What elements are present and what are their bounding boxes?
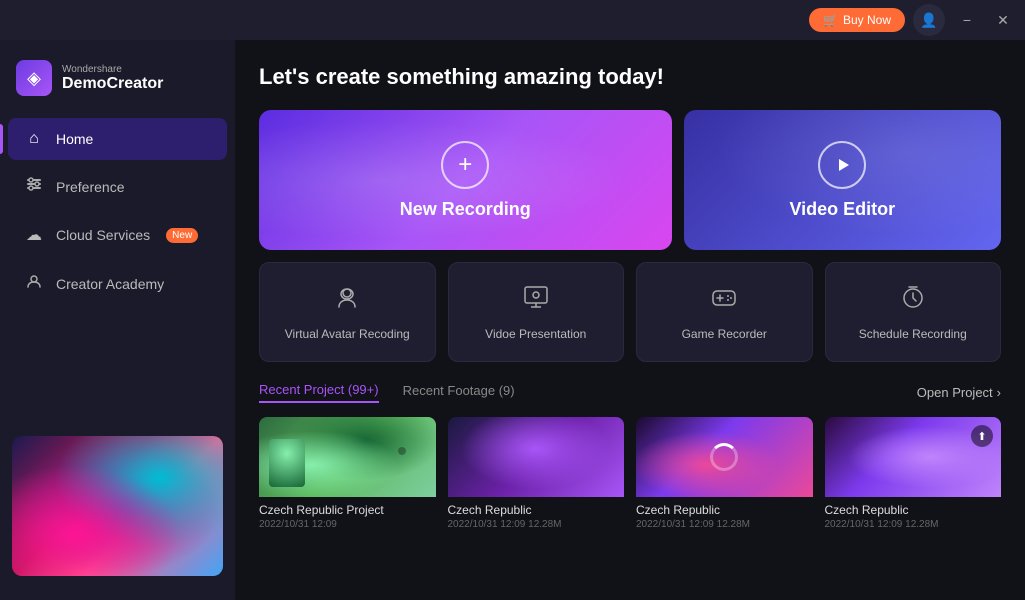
video-presentation-label: Vidoe Presentation <box>485 327 586 341</box>
loading-ring <box>710 443 738 471</box>
schedule-recording-card[interactable]: Schedule Recording <box>825 262 1002 362</box>
video-presentation-icon <box>522 283 550 317</box>
buy-now-label: Buy Now <box>843 13 891 27</box>
video-editor-icon <box>818 141 866 189</box>
home-icon: ⌂ <box>24 130 44 148</box>
project-info-2: Czech Republic 2022/10/31 12:09 12.28M <box>448 497 625 536</box>
minimize-button[interactable]: − <box>953 6 981 34</box>
sidebar-thumb-image <box>12 436 223 576</box>
logo-text: Wondershare DemoCreator <box>62 64 163 93</box>
project-name-1: Czech Republic Project <box>259 503 436 517</box>
sidebar-label-cloud: Cloud Services <box>56 227 150 243</box>
content-area: Let's create something amazing today! + … <box>235 40 1025 600</box>
video-editor-label: Video Editor <box>789 199 895 220</box>
upload-icon: ⬆ <box>971 425 993 447</box>
game-recorder-card[interactable]: Game Recorder <box>636 262 813 362</box>
project-info-1: Czech Republic Project 2022/10/31 12:09 <box>259 497 436 536</box>
new-badge: New <box>166 228 198 243</box>
cart-icon: 🛒 <box>823 13 838 27</box>
project-name-3: Czech Republic <box>636 503 813 517</box>
sidebar-label-home: Home <box>56 131 93 147</box>
tab-recent-footage[interactable]: Recent Footage (9) <box>403 383 515 402</box>
chevron-right-icon: › <box>997 385 1001 400</box>
new-recording-icon: + <box>441 141 489 189</box>
project-name-2: Czech Republic <box>448 503 625 517</box>
project-thumb-1 <box>259 417 436 497</box>
sidebar-thumbnail <box>0 424 235 588</box>
bottom-cards: Virtual Avatar Recoding Vidoe Presentati… <box>259 262 1001 362</box>
sidebar-label-academy: Creator Academy <box>56 276 164 292</box>
virtual-avatar-icon <box>333 283 361 317</box>
logo-brand: Wondershare <box>62 64 163 75</box>
sidebar-label-preference: Preference <box>56 179 124 195</box>
project-info-4: Czech Republic 2022/10/31 12:09 12.28M <box>825 497 1002 536</box>
sidebar-item-cloud[interactable]: ☁ Cloud Services New <box>8 213 227 257</box>
sidebar-item-home[interactable]: ⌂ Home <box>8 118 227 160</box>
virtual-avatar-label: Virtual Avatar Recoding <box>285 327 410 341</box>
title-bar: 🛒 Buy Now 👤 − ✕ <box>0 0 1025 40</box>
tab-recent-project[interactable]: Recent Project (99+) <box>259 382 379 403</box>
project-card-1[interactable]: Czech Republic Project 2022/10/31 12:09 <box>259 417 436 536</box>
logo-area: ◈ Wondershare DemoCreator <box>0 52 235 116</box>
cloud-icon: ☁ <box>24 225 44 245</box>
project-meta-3: 2022/10/31 12:09 12.28M <box>636 519 813 530</box>
page-title: Let's create something amazing today! <box>259 64 1001 90</box>
project-meta-2: 2022/10/31 12:09 12.28M <box>448 519 625 530</box>
preference-icon <box>24 176 44 197</box>
new-recording-card[interactable]: + New Recording <box>259 110 672 250</box>
project-card-2[interactable]: Czech Republic 2022/10/31 12:09 12.28M <box>448 417 625 536</box>
virtual-avatar-card[interactable]: Virtual Avatar Recoding <box>259 262 436 362</box>
logo-icon: ◈ <box>16 60 52 96</box>
sidebar-item-academy[interactable]: Creator Academy <box>8 261 227 306</box>
buy-now-button[interactable]: 🛒 Buy Now <box>809 8 905 32</box>
video-presentation-card[interactable]: Vidoe Presentation <box>448 262 625 362</box>
project-thumb-4: ⬆ <box>825 417 1002 497</box>
game-recorder-icon <box>710 283 738 317</box>
project-info-3: Czech Republic 2022/10/31 12:09 12.28M <box>636 497 813 536</box>
project-thumb-3 <box>636 417 813 497</box>
top-cards: + New Recording Video Editor <box>259 110 1001 250</box>
game-recorder-label: Game Recorder <box>682 327 767 341</box>
recent-tabs: Recent Project (99+) Recent Footage (9) … <box>259 382 1001 403</box>
open-project-button[interactable]: Open Project › <box>917 385 1001 400</box>
video-editor-card[interactable]: Video Editor <box>684 110 1001 250</box>
close-button[interactable]: ✕ <box>989 6 1017 34</box>
project-thumb-2 <box>448 417 625 497</box>
account-icon[interactable]: 👤 <box>913 4 945 36</box>
logo-name: DemoCreator <box>62 75 163 93</box>
project-meta-4: 2022/10/31 12:09 12.28M <box>825 519 1002 530</box>
schedule-recording-icon <box>899 283 927 317</box>
loading-indicator <box>636 417 813 497</box>
sidebar: ◈ Wondershare DemoCreator ⌂ Home <box>0 40 235 600</box>
project-grid: Czech Republic Project 2022/10/31 12:09 … <box>259 417 1001 536</box>
main-layout: ◈ Wondershare DemoCreator ⌂ Home <box>0 40 1025 600</box>
new-recording-label: New Recording <box>400 199 531 220</box>
project-card-3[interactable]: Czech Republic 2022/10/31 12:09 12.28M <box>636 417 813 536</box>
academy-icon <box>24 273 44 294</box>
project-name-4: Czech Republic <box>825 503 1002 517</box>
project-meta-1: 2022/10/31 12:09 <box>259 519 436 530</box>
project-card-4[interactable]: ⬆ Czech Republic 2022/10/31 12:09 12.28M <box>825 417 1002 536</box>
schedule-recording-label: Schedule Recording <box>859 327 967 341</box>
sidebar-item-preference[interactable]: Preference <box>8 164 227 209</box>
